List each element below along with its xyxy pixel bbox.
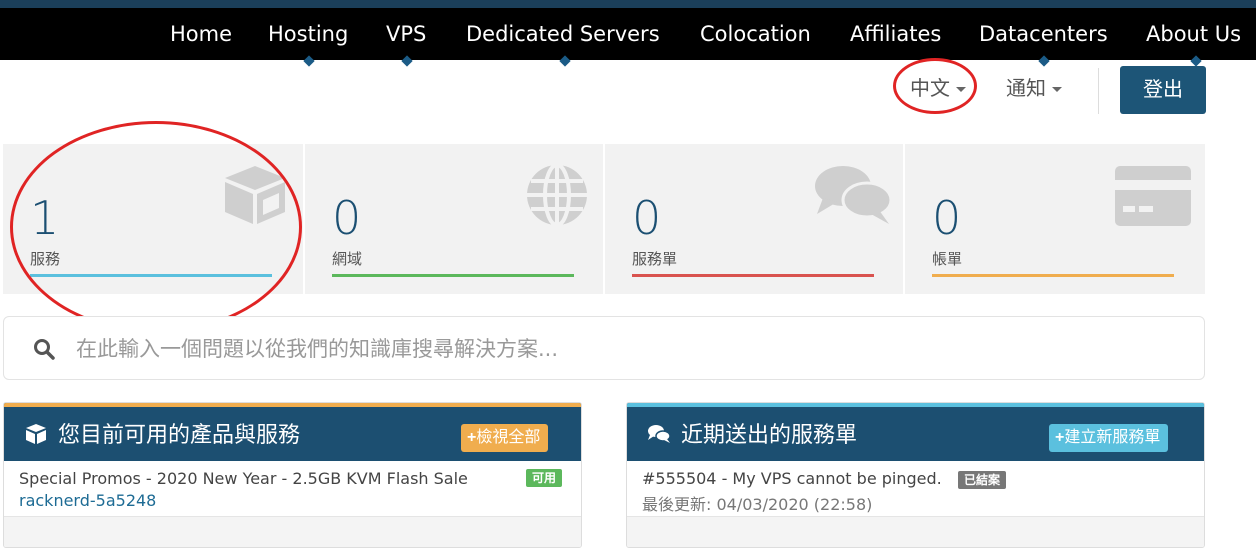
stat-label: 服務 [30,250,61,268]
nav-dedicated-servers[interactable]: Dedicated Servers [466,8,660,60]
stat-label: 網域 [332,250,363,268]
stat-underline [932,274,1174,277]
tickets-panel: 近期送出的服務單 +建立新服務單 #555504 - My VPS cannot… [626,402,1205,548]
top-nav: Home Hosting VPS Dedicated Servers Coloc… [0,8,1256,60]
stat-underline [30,274,272,277]
cube-icon [225,166,285,224]
search-input[interactable] [76,327,1176,371]
notifications-dropdown[interactable]: 通知 [1006,72,1062,101]
nav-colocation[interactable]: Colocation [700,8,811,60]
plus-icon: + [467,429,477,446]
nav-vps[interactable]: VPS [386,8,426,60]
nav-home[interactable]: Home [170,8,232,60]
comments-icon [648,425,671,443]
notifications-label: 通知 [1006,76,1046,100]
stat-value: 0 [632,191,662,245]
ticket-last-updated: 最後更新: 04/03/2020 (22:58) [642,495,873,514]
stat-tile-invoices[interactable]: 0 帳單 [905,144,1205,294]
list-item[interactable]: Special Promos - 2020 New Year - 2.5GB K… [4,461,581,517]
top-stripe [0,0,1256,8]
caret-down-icon [956,87,966,92]
globe-icon [527,163,587,227]
stat-value: 1 [30,191,60,245]
nav-affiliates[interactable]: Affiliates [850,8,941,60]
stat-label: 帳單 [932,250,963,268]
caret-down-icon [1052,87,1062,92]
stat-tile-domains[interactable]: 0 網域 [305,144,605,294]
panel-footer [627,517,1204,547]
stat-tile-tickets[interactable]: 0 服務單 [605,144,905,294]
stat-underline [332,274,574,277]
ticket-subject: #555504 - My VPS cannot be pinged. [642,469,942,488]
panel-title: 近期送出的服務單 [681,423,858,448]
panel-footer [4,517,581,547]
language-dropdown[interactable]: 中文 [910,72,966,101]
plus-icon: + [1055,429,1065,446]
knowledgebase-search [3,316,1205,380]
open-ticket-button[interactable]: +建立新服務單 [1049,424,1169,452]
search-icon [34,339,55,360]
status-badge: 可用 [526,469,563,487]
stat-value: 0 [332,191,362,245]
stat-underline [632,274,874,277]
open-ticket-label: 建立新服務單 [1064,429,1161,446]
panel-title: 您目前可用的產品與服務 [58,423,301,448]
divider [1098,68,1099,114]
list-item[interactable]: #555504 - My VPS cannot be pinged. 已結案 最… [627,461,1204,517]
service-name: Special Promos - 2020 New Year - 2.5GB K… [19,469,468,488]
stat-value: 0 [932,191,962,245]
logout-button[interactable]: 登出 [1120,66,1206,114]
nav-about-us[interactable]: About Us [1146,8,1241,60]
view-all-label: 檢視全部 [476,429,541,446]
language-label: 中文 [910,76,950,100]
nav-hosting[interactable]: Hosting [268,8,348,60]
panel-accent [627,403,1204,407]
stat-tile-services[interactable]: 1 服務 [3,144,303,294]
service-domain-link[interactable]: racknerd-5a5248 [19,491,156,510]
status-badge: 已結案 [958,471,1007,489]
view-all-button[interactable]: +檢視全部 [461,424,549,452]
panel-accent [4,403,581,407]
nav-datacenters[interactable]: Datacenters [979,8,1108,60]
services-panel: 您目前可用的產品與服務 +檢視全部 Special Promos - 2020 … [3,402,582,548]
comments-icon [815,166,893,224]
credit-card-icon [1115,166,1191,226]
stats-panel: 1 服務 0 網域 0 服務單 0 帳單 [3,144,1205,294]
cube-icon [26,424,46,444]
stat-label: 服務單 [632,250,678,268]
